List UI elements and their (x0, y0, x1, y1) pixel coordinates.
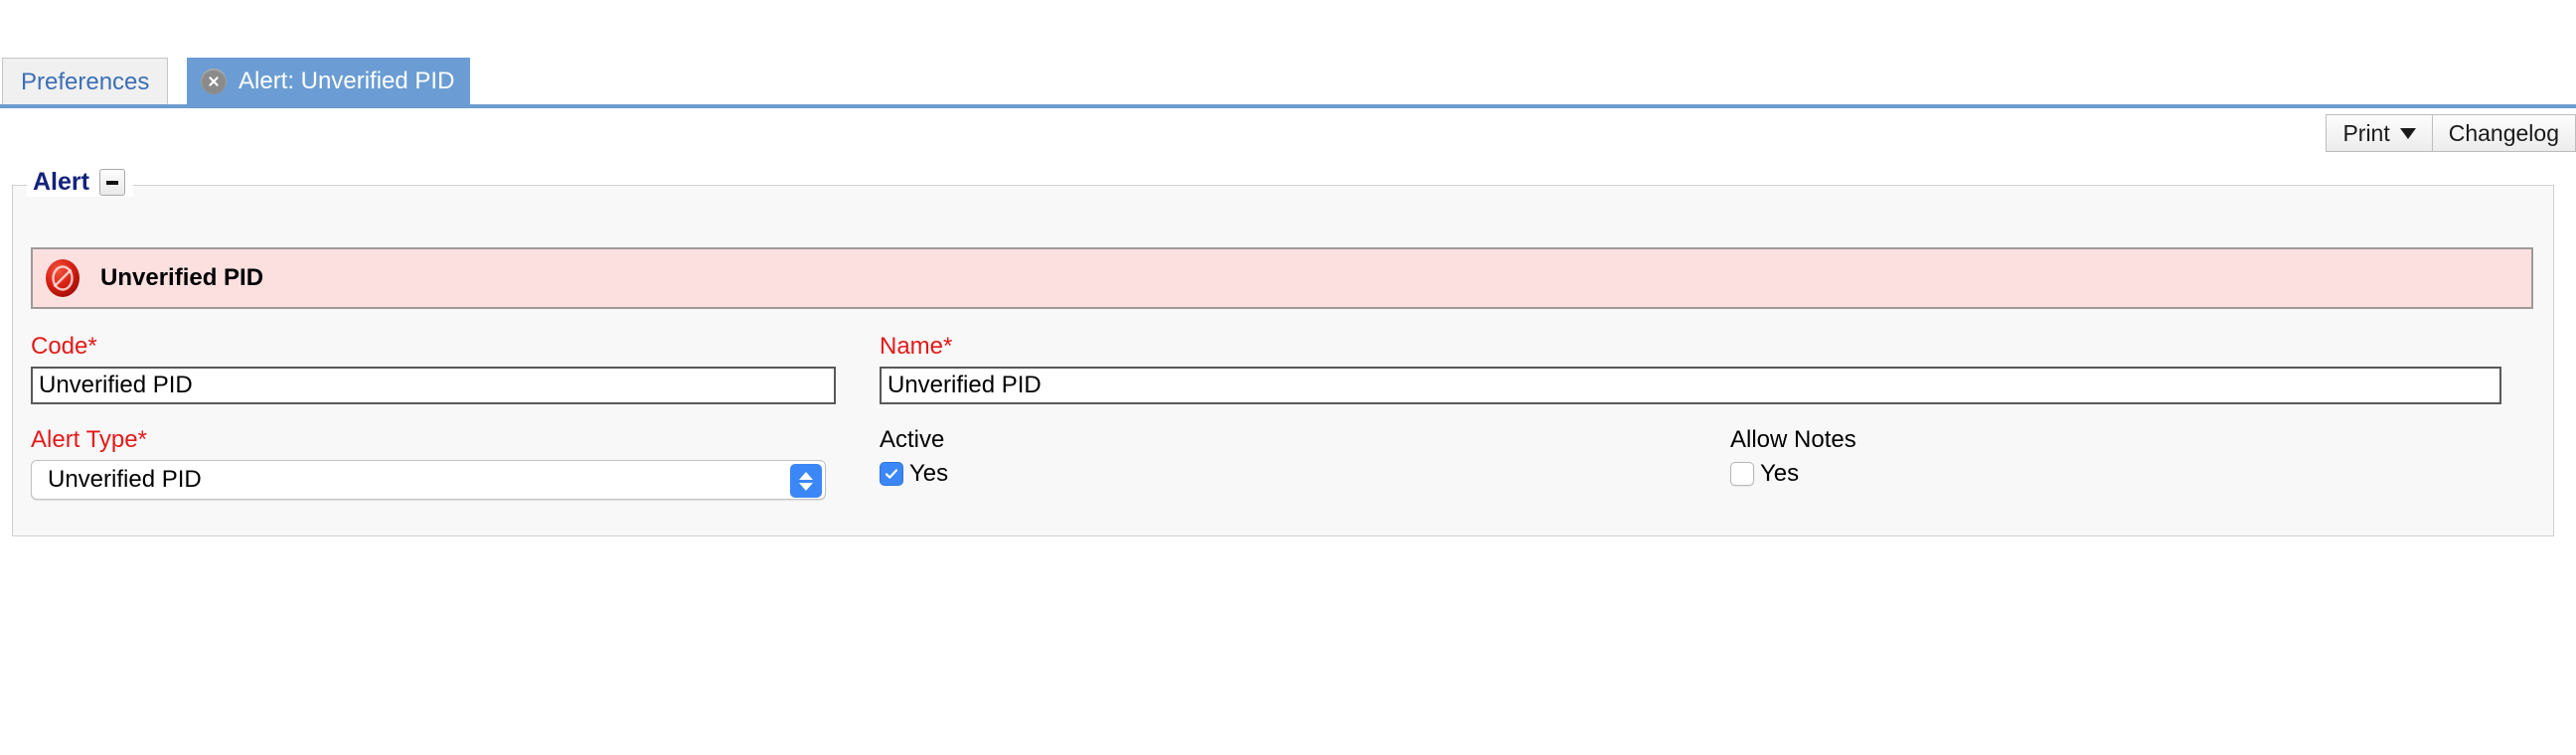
panel-title: Alert (33, 168, 89, 196)
caret-down-icon (2399, 127, 2416, 139)
field-group-name: Name* (880, 333, 2501, 404)
tab-alert-label: Alert: Unverified PID (239, 68, 455, 94)
tab-bar: Preferences Alert: Unverified PID (0, 58, 2576, 107)
print-button-label: Print (2342, 119, 2390, 146)
toolbar: Print Changelog (2326, 114, 2576, 152)
name-input[interactable] (880, 367, 2501, 404)
alert-type-label-text: Alert Type (31, 426, 138, 453)
tab-preferences[interactable]: Preferences (2, 58, 169, 105)
alert-type-selected-value: Unverified PID (48, 466, 202, 493)
code-label: Code* (31, 333, 836, 361)
stepper-arrows-icon[interactable] (790, 464, 822, 498)
field-group-code: Code* (31, 333, 836, 404)
code-input[interactable] (31, 367, 836, 404)
alert-type-required-marker: * (137, 426, 147, 453)
print-button[interactable]: Print (2326, 114, 2432, 152)
field-group-active: Active Yes (880, 426, 948, 488)
active-checkbox-label: Yes (909, 460, 949, 487)
alert-banner-title: Unverified PID (100, 264, 264, 291)
tab-bar-underline (0, 104, 2576, 108)
active-label: Active (880, 426, 945, 453)
changelog-button-label: Changelog (2448, 119, 2559, 146)
name-label-text: Name (880, 333, 944, 360)
close-circle-icon[interactable] (201, 69, 227, 94)
alert-type-select[interactable]: Unverified PID (31, 460, 826, 500)
allow-notes-label: Allow Notes (1730, 426, 1856, 453)
alert-type-label: Alert Type* (31, 426, 826, 454)
code-label-text: Code (31, 333, 88, 360)
active-checkbox-row[interactable]: Yes (880, 460, 948, 488)
tab-preferences-label: Preferences (21, 68, 150, 95)
minus-icon[interactable] (98, 169, 125, 196)
allow-notes-checkbox[interactable] (1730, 462, 1754, 486)
prohibition-sign-icon (41, 256, 84, 300)
alert-banner: Unverified PID (31, 247, 2533, 309)
field-group-allow-notes: Allow Notes Yes (1730, 426, 1856, 488)
allow-notes-checkbox-label: Yes (1760, 460, 1800, 487)
field-group-alert-type: Alert Type* Unverified PID (31, 426, 826, 500)
active-checkbox[interactable] (880, 462, 903, 486)
tab-alert-unverified-pid[interactable]: Alert: Unverified PID (187, 58, 471, 105)
name-label: Name* (880, 333, 2501, 361)
code-required-marker: * (87, 333, 97, 360)
alert-panel-legend: Alert (27, 168, 133, 197)
allow-notes-checkbox-row[interactable]: Yes (1730, 460, 1856, 488)
alert-panel: Alert Unverified PID Code* Unverified PI… (12, 168, 2554, 536)
name-required-marker: * (943, 333, 953, 360)
changelog-button[interactable]: Changelog (2431, 114, 2576, 152)
